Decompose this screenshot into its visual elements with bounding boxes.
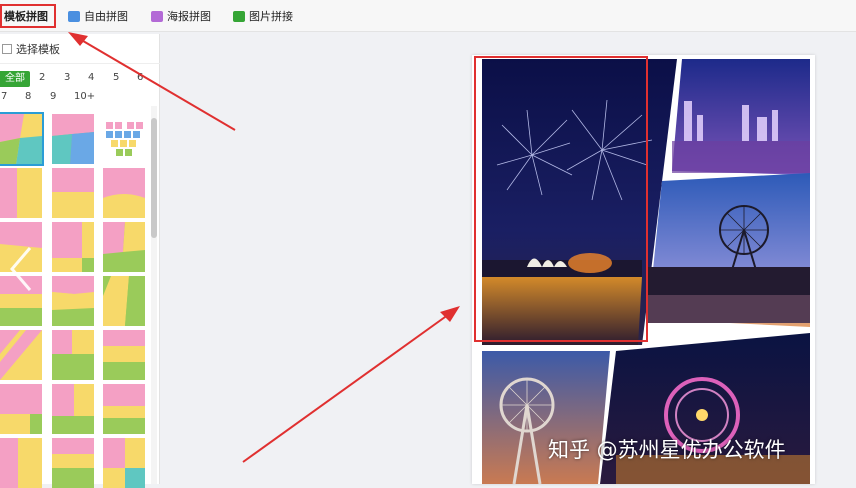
template-thumb[interactable]	[103, 330, 145, 380]
template-scrollbar[interactable]	[151, 106, 157, 484]
top-toolbar: 模板拼图 自由拼图 海报拼图 图片拼接	[0, 0, 856, 32]
template-thumb[interactable]	[0, 168, 42, 218]
template-thumb[interactable]	[52, 222, 94, 272]
image-stitch-icon	[233, 10, 245, 22]
filter-9[interactable]: 9	[50, 91, 56, 102]
template-thumb[interactable]	[0, 112, 44, 166]
free-collage-icon	[68, 10, 80, 22]
template-thumb[interactable]	[52, 276, 94, 326]
template-thumb[interactable]	[52, 384, 94, 434]
template-thumb[interactable]	[52, 114, 94, 164]
template-thumb[interactable]	[103, 114, 145, 164]
template-thumb[interactable]	[52, 438, 94, 488]
chevron-left-icon[interactable]	[8, 244, 34, 294]
tab-free-collage[interactable]: 自由拼图	[68, 8, 128, 24]
watermark-text: 知乎 @苏州星优办公软件	[548, 438, 786, 462]
tab-image-stitch[interactable]: 图片拼接	[233, 8, 293, 24]
filter-5[interactable]: 5	[113, 72, 119, 83]
tab-template-collage[interactable]: 模板拼图	[4, 8, 48, 24]
filter-10-plus[interactable]: 10+	[74, 91, 95, 102]
template-panel: 选择模板 全部 2 3 4 5 6 7 8 9 10+	[0, 34, 160, 488]
tab-poster-collage[interactable]: 海报拼图	[151, 8, 211, 24]
filter-7[interactable]: 7	[1, 91, 7, 102]
filter-all[interactable]: 全部	[0, 71, 30, 87]
filter-3[interactable]: 3	[64, 72, 70, 83]
template-thumb[interactable]	[103, 222, 145, 272]
filter-2[interactable]: 2	[39, 72, 45, 83]
template-thumb[interactable]	[103, 276, 145, 326]
checkbox-icon[interactable]	[2, 43, 12, 54]
selected-photo-highlight	[474, 56, 648, 342]
filter-8[interactable]: 8	[25, 91, 31, 102]
tab-template-collage-label: 模板拼图	[4, 10, 48, 23]
tab-image-stitch-label: 图片拼接	[249, 10, 293, 23]
filter-4[interactable]: 4	[88, 72, 94, 83]
template-thumb[interactable]	[0, 330, 42, 380]
arrow-head-icon	[440, 306, 460, 322]
poster-collage-icon	[151, 10, 163, 22]
template-thumb[interactable]	[52, 168, 94, 218]
panel-header: 选择模板	[0, 34, 160, 64]
filter-6[interactable]: 6	[137, 72, 143, 83]
tab-poster-collage-label: 海报拼图	[167, 10, 211, 23]
template-thumb[interactable]	[0, 384, 42, 434]
tab-free-collage-label: 自由拼图	[84, 10, 128, 23]
panel-title: 选择模板	[16, 42, 60, 56]
template-thumb[interactable]	[103, 438, 145, 488]
template-thumb[interactable]	[52, 330, 94, 380]
scrollbar-thumb[interactable]	[151, 118, 157, 238]
template-thumb[interactable]	[103, 384, 145, 434]
template-thumb[interactable]	[0, 438, 42, 488]
template-thumb[interactable]	[103, 168, 145, 218]
